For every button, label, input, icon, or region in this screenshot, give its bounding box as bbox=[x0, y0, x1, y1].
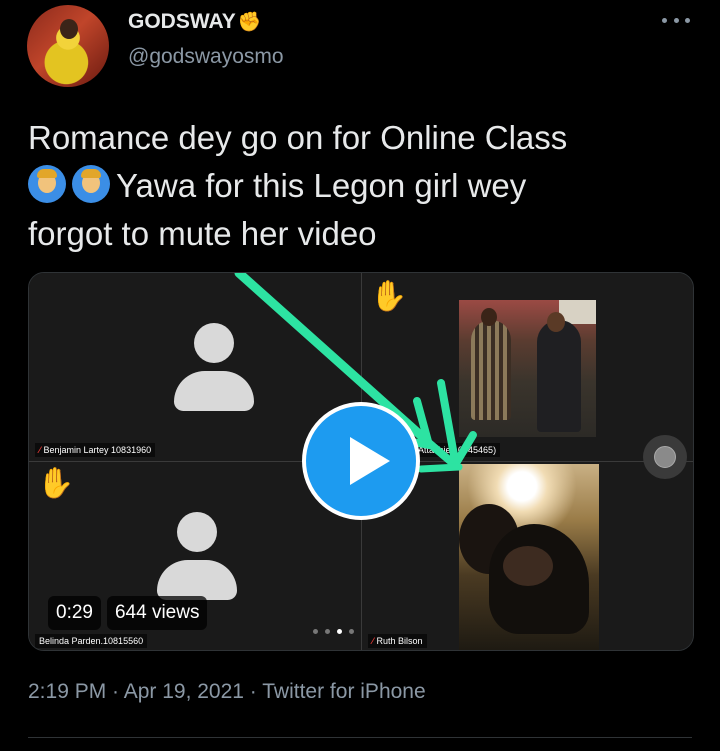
page-dot[interactable] bbox=[349, 629, 354, 634]
divider bbox=[28, 737, 692, 738]
view-count: 644 views bbox=[106, 596, 208, 630]
tweet-line-1: Romance dey go on for Online Class bbox=[28, 119, 568, 156]
video-meta: 0:29 644 views bbox=[48, 596, 208, 630]
avatar[interactable] bbox=[27, 5, 109, 87]
page-dot[interactable] bbox=[325, 629, 330, 634]
page-indicator bbox=[313, 629, 354, 634]
display-name-text: GODSWAY bbox=[128, 10, 236, 33]
page-dot[interactable] bbox=[313, 629, 318, 634]
video-player[interactable]: ⁄ Benjamin Lartey 10831960 ✋ Attachie 108… bbox=[28, 272, 694, 651]
page-dot[interactable] bbox=[337, 629, 342, 634]
user-handle[interactable]: @godswayosmo bbox=[128, 45, 284, 69]
man-facepalm-emoji-icon bbox=[72, 165, 110, 203]
more-options-icon[interactable] bbox=[662, 10, 690, 30]
tweet-line-3: forgot to mute her video bbox=[28, 215, 377, 252]
video-duration: 0:29 bbox=[48, 596, 101, 630]
fist-emoji-icon: ✊ bbox=[237, 12, 262, 33]
tweet-timestamp[interactable]: 2:19 PM · Apr 19, 2021 · Twitter for iPh… bbox=[28, 680, 426, 704]
man-facepalm-emoji-icon bbox=[28, 165, 66, 203]
tweet-line-2: Yawa for this Legon girl wey bbox=[28, 162, 688, 210]
play-button[interactable] bbox=[302, 402, 420, 520]
tweet-text: Romance dey go on for Online Class Yawa … bbox=[28, 114, 688, 258]
record-button[interactable] bbox=[643, 435, 687, 479]
tweet-line-2-text: Yawa for this Legon girl wey bbox=[116, 167, 527, 204]
display-name[interactable]: GODSWAY ✊ bbox=[128, 10, 261, 34]
